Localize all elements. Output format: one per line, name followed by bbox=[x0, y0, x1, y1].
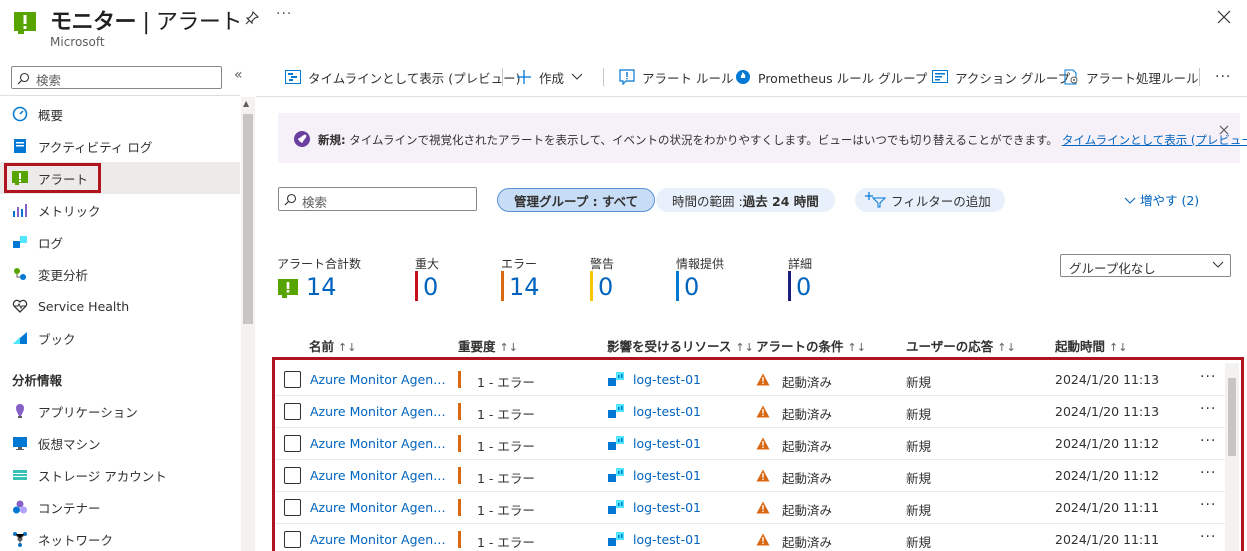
verbose-bar bbox=[788, 271, 791, 301]
chevron-down-icon bbox=[1212, 261, 1224, 268]
toolbar-more-button[interactable]: ··· bbox=[1215, 66, 1231, 88]
section-analysis-heading: 分析情報 bbox=[12, 373, 63, 388]
toolbar-divider bbox=[256, 96, 1247, 97]
warning-label: 警告 bbox=[590, 257, 615, 271]
close-icon[interactable] bbox=[1215, 8, 1233, 26]
add-filter-icon bbox=[865, 192, 887, 208]
column-header-resource[interactable]: 影響を受けるリソース ↑↓ bbox=[607, 336, 754, 355]
page-subtitle: Microsoft bbox=[50, 35, 105, 49]
add-filter-button[interactable]: フィルターの追加 bbox=[855, 188, 1005, 212]
alert-icon bbox=[278, 279, 298, 298]
banner-message: 新規: タイムラインで視覚化されたアラートを表示して、イベントの状況をわかりやす… bbox=[318, 132, 1247, 148]
more-options-button[interactable]: ··· bbox=[276, 6, 292, 22]
sidebar-item-vms[interactable]: 仮想マシン bbox=[0, 427, 240, 459]
sidebar-item-change-analysis[interactable]: 変更分析 bbox=[0, 258, 240, 290]
activity-log-icon bbox=[14, 139, 26, 153]
rocket-icon bbox=[294, 131, 310, 147]
error-label: エラー bbox=[501, 257, 538, 271]
heart-icon bbox=[12, 299, 28, 313]
alerts-table-highlight-frame bbox=[272, 357, 1244, 551]
sidebar-item-containers[interactable]: コンテナー bbox=[0, 491, 240, 523]
toolbar-separator bbox=[502, 68, 503, 86]
sidebar-item-applications[interactable]: アプリケーション bbox=[0, 395, 240, 427]
alerts-highlight-frame bbox=[4, 163, 101, 193]
sidebar-search-input[interactable]: 検索 bbox=[11, 66, 222, 89]
sidebar-item-workbooks[interactable]: ブック bbox=[0, 322, 240, 354]
scroll-up-arrow-icon[interactable]: ▲ bbox=[243, 99, 249, 108]
processing-rule-icon bbox=[1064, 69, 1078, 85]
error-value[interactable]: 14 bbox=[509, 273, 540, 301]
overview-icon bbox=[12, 106, 28, 122]
search-placeholder: 検索 bbox=[302, 195, 328, 210]
alert-processing-rules-button[interactable]: アラート処理ルール bbox=[1063, 66, 1199, 88]
search-icon bbox=[284, 193, 297, 206]
sidebar-divider bbox=[0, 95, 240, 96]
metrics-icon bbox=[13, 204, 27, 217]
plus-icon bbox=[517, 70, 531, 84]
action-groups-button[interactable]: アクション グループ bbox=[932, 66, 1070, 88]
group-by-dropdown[interactable]: グループ化なし bbox=[1060, 254, 1231, 277]
column-header-user-response[interactable]: ユーザーの応答 ↑↓ bbox=[906, 336, 1016, 355]
toolbar-separator bbox=[603, 68, 604, 86]
prometheus-rule-groups-button[interactable]: Prometheus ルール グループ bbox=[735, 66, 927, 88]
prometheus-icon bbox=[736, 70, 750, 84]
critical-value[interactable]: 0 bbox=[423, 273, 438, 301]
chevron-down-icon bbox=[1124, 197, 1136, 204]
sidebar-scroll-thumb[interactable] bbox=[243, 114, 253, 324]
sidebar-item-storage[interactable]: ストレージ アカウント bbox=[0, 459, 240, 491]
expand-filters-link[interactable]: 増やす (2) bbox=[1124, 190, 1199, 209]
toolbar-separator bbox=[1199, 68, 1200, 86]
sidebar-item-metrics[interactable]: メトリック bbox=[0, 194, 240, 226]
application-icon bbox=[16, 404, 24, 418]
management-group-filter[interactable]: 管理グループ : すべて bbox=[497, 188, 656, 212]
info-value[interactable]: 0 bbox=[684, 273, 699, 301]
chevron-down-icon bbox=[571, 73, 583, 80]
timeline-icon bbox=[285, 70, 301, 84]
sidebar-item-network[interactable]: ネットワーク bbox=[0, 523, 240, 551]
info-label: 情報提供 bbox=[676, 257, 725, 271]
alert-rules-button[interactable]: アラート ルール bbox=[619, 66, 733, 88]
verbose-label: 詳細 bbox=[788, 257, 813, 271]
alert-rule-icon bbox=[619, 69, 635, 85]
container-icon bbox=[13, 500, 27, 514]
critical-bar bbox=[415, 271, 418, 301]
total-alerts-value[interactable]: 14 bbox=[306, 273, 337, 301]
sidebar-item-overview[interactable]: 概要 bbox=[0, 98, 240, 130]
close-icon[interactable] bbox=[1219, 125, 1229, 135]
column-header-condition[interactable]: アラートの条件 ↑↓ bbox=[756, 336, 866, 355]
verbose-value[interactable]: 0 bbox=[796, 273, 811, 301]
time-range-filter[interactable]: 時間の範囲 : 過去 24 時間 bbox=[656, 188, 835, 212]
page-title: モニター | アラート bbox=[50, 10, 242, 35]
total-alerts-label: アラート合計数 bbox=[277, 257, 362, 271]
monitor-alert-icon bbox=[14, 12, 36, 34]
column-header-fired-time[interactable]: 起動時間 ↑↓ bbox=[1055, 336, 1127, 355]
collapse-sidebar-button[interactable]: « bbox=[234, 67, 243, 83]
column-header-name[interactable]: 名前 ↑↓ bbox=[309, 336, 356, 355]
search-icon bbox=[17, 72, 30, 85]
storage-icon bbox=[13, 470, 27, 480]
search-placeholder: 検索 bbox=[36, 73, 62, 88]
info-bar bbox=[676, 271, 679, 301]
network-icon bbox=[13, 532, 27, 547]
alerts-search-input[interactable]: 検索 bbox=[278, 187, 477, 211]
vm-icon bbox=[13, 437, 27, 450]
banner-timeline-link[interactable]: タイムラインとして表示 (プレビュー) bbox=[1062, 133, 1247, 147]
sidebar-item-activity-log[interactable]: アクティビティ ログ bbox=[0, 130, 240, 162]
create-button[interactable]: 作成 bbox=[516, 66, 590, 88]
logs-icon bbox=[13, 236, 27, 248]
warning-bar bbox=[590, 271, 593, 301]
view-as-timeline-button[interactable]: タイムラインとして表示 (プレビュー) bbox=[285, 66, 520, 88]
sidebar-item-service-health[interactable]: Service Health bbox=[0, 290, 240, 322]
column-header-severity[interactable]: 重要度 ↑↓ bbox=[458, 336, 518, 355]
error-bar bbox=[501, 271, 504, 301]
change-analysis-icon bbox=[14, 268, 26, 280]
sidebar-item-logs[interactable]: ログ bbox=[0, 226, 240, 258]
warning-value[interactable]: 0 bbox=[598, 273, 613, 301]
pin-icon[interactable] bbox=[244, 10, 260, 26]
critical-label: 重大 bbox=[415, 257, 440, 271]
action-group-icon bbox=[932, 70, 948, 83]
workbook-icon bbox=[13, 332, 27, 344]
